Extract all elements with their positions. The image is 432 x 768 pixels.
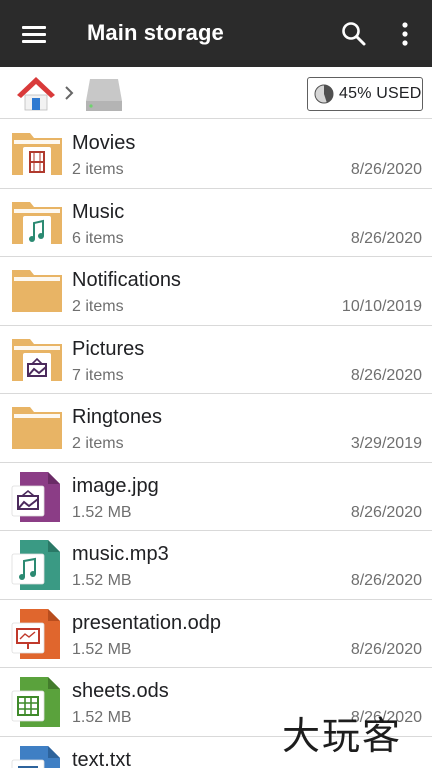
item-name: image.jpg bbox=[72, 474, 159, 497]
chevron-right-icon bbox=[65, 86, 74, 100]
list-item[interactable]: Notifications 2 items 10/10/2019 bbox=[0, 257, 432, 326]
item-details: 1.52 MB bbox=[72, 640, 132, 658]
storage-drive-icon[interactable] bbox=[84, 75, 124, 113]
folder-icon bbox=[10, 401, 64, 455]
item-name: Music bbox=[72, 200, 125, 223]
folder-music-icon bbox=[10, 196, 64, 250]
storage-used-label: 45% USED bbox=[339, 85, 422, 102]
item-details: 1.52 MB bbox=[72, 572, 132, 589]
item-name: sheets.ods bbox=[72, 680, 169, 702]
breadcrumb: 45% USED bbox=[0, 67, 432, 119]
item-details: 2 items bbox=[72, 298, 124, 315]
list-item[interactable]: image.jpg 1.52 MB 8/26/2020 bbox=[0, 463, 432, 531]
item-date: 10/10/2019 bbox=[341, 298, 422, 315]
item-date: 8/26/2020 bbox=[350, 640, 422, 658]
item-details: 1.52 MB bbox=[72, 709, 132, 726]
item-date: 3/29/2019 bbox=[350, 435, 422, 452]
item-date: 8/26/2020 bbox=[350, 503, 422, 521]
list-item[interactable]: music.mp3 1.52 MB 8/26/2020 bbox=[0, 531, 432, 600]
list-item[interactable]: Movies 2 items 8/26/2020 bbox=[0, 120, 432, 189]
item-name: Movies bbox=[72, 132, 136, 154]
item-details: 1.52 MB bbox=[72, 503, 132, 521]
image-file-icon bbox=[10, 470, 64, 524]
spreadsheet-file-icon bbox=[10, 675, 64, 729]
item-name: text.txt bbox=[72, 748, 131, 768]
menu-icon[interactable] bbox=[16, 20, 52, 48]
item-name: Pictures bbox=[72, 337, 145, 360]
list-item[interactable]: Pictures 7 items 8/26/2020 bbox=[0, 326, 432, 394]
folder-video-icon bbox=[10, 127, 64, 181]
text-file-icon bbox=[10, 744, 64, 768]
folder-image-icon bbox=[10, 333, 64, 387]
file-list: Movies 2 items 8/26/2020 Music 6 items 8… bbox=[0, 120, 432, 768]
more-options-icon[interactable] bbox=[394, 20, 416, 48]
item-date: 8/26/2020 bbox=[350, 572, 422, 589]
list-item[interactable]: Ringtones 2 items 3/29/2019 bbox=[0, 394, 432, 463]
home-icon[interactable] bbox=[16, 74, 56, 112]
watermark-logo: 大玩客 bbox=[282, 714, 403, 758]
item-name: Notifications bbox=[72, 269, 181, 291]
presentation-file-icon bbox=[10, 607, 64, 661]
search-icon[interactable] bbox=[340, 20, 368, 48]
list-item[interactable]: presentation.odp 1.52 MB 8/26/2020 bbox=[0, 600, 432, 668]
list-item[interactable]: Music 6 items 8/26/2020 bbox=[0, 189, 432, 257]
item-date: 8/26/2020 bbox=[350, 229, 422, 247]
item-name: presentation.odp bbox=[72, 611, 222, 634]
audio-file-icon bbox=[10, 538, 64, 592]
storage-usage-badge[interactable]: 45% USED bbox=[307, 77, 423, 111]
item-details: 2 items bbox=[72, 435, 124, 452]
item-details: 2 items bbox=[72, 161, 124, 178]
item-name: Ringtones bbox=[72, 406, 163, 428]
item-name: music.mp3 bbox=[72, 543, 169, 565]
item-date: 8/26/2020 bbox=[350, 161, 422, 178]
item-details: 6 items bbox=[72, 229, 124, 247]
top-app-bar: Main storage bbox=[0, 0, 432, 67]
item-date: 8/26/2020 bbox=[350, 366, 422, 384]
item-details: 7 items bbox=[72, 366, 124, 384]
storage-pie-icon bbox=[314, 84, 334, 104]
page-title: Main storage bbox=[87, 20, 224, 45]
folder-icon bbox=[10, 264, 64, 318]
